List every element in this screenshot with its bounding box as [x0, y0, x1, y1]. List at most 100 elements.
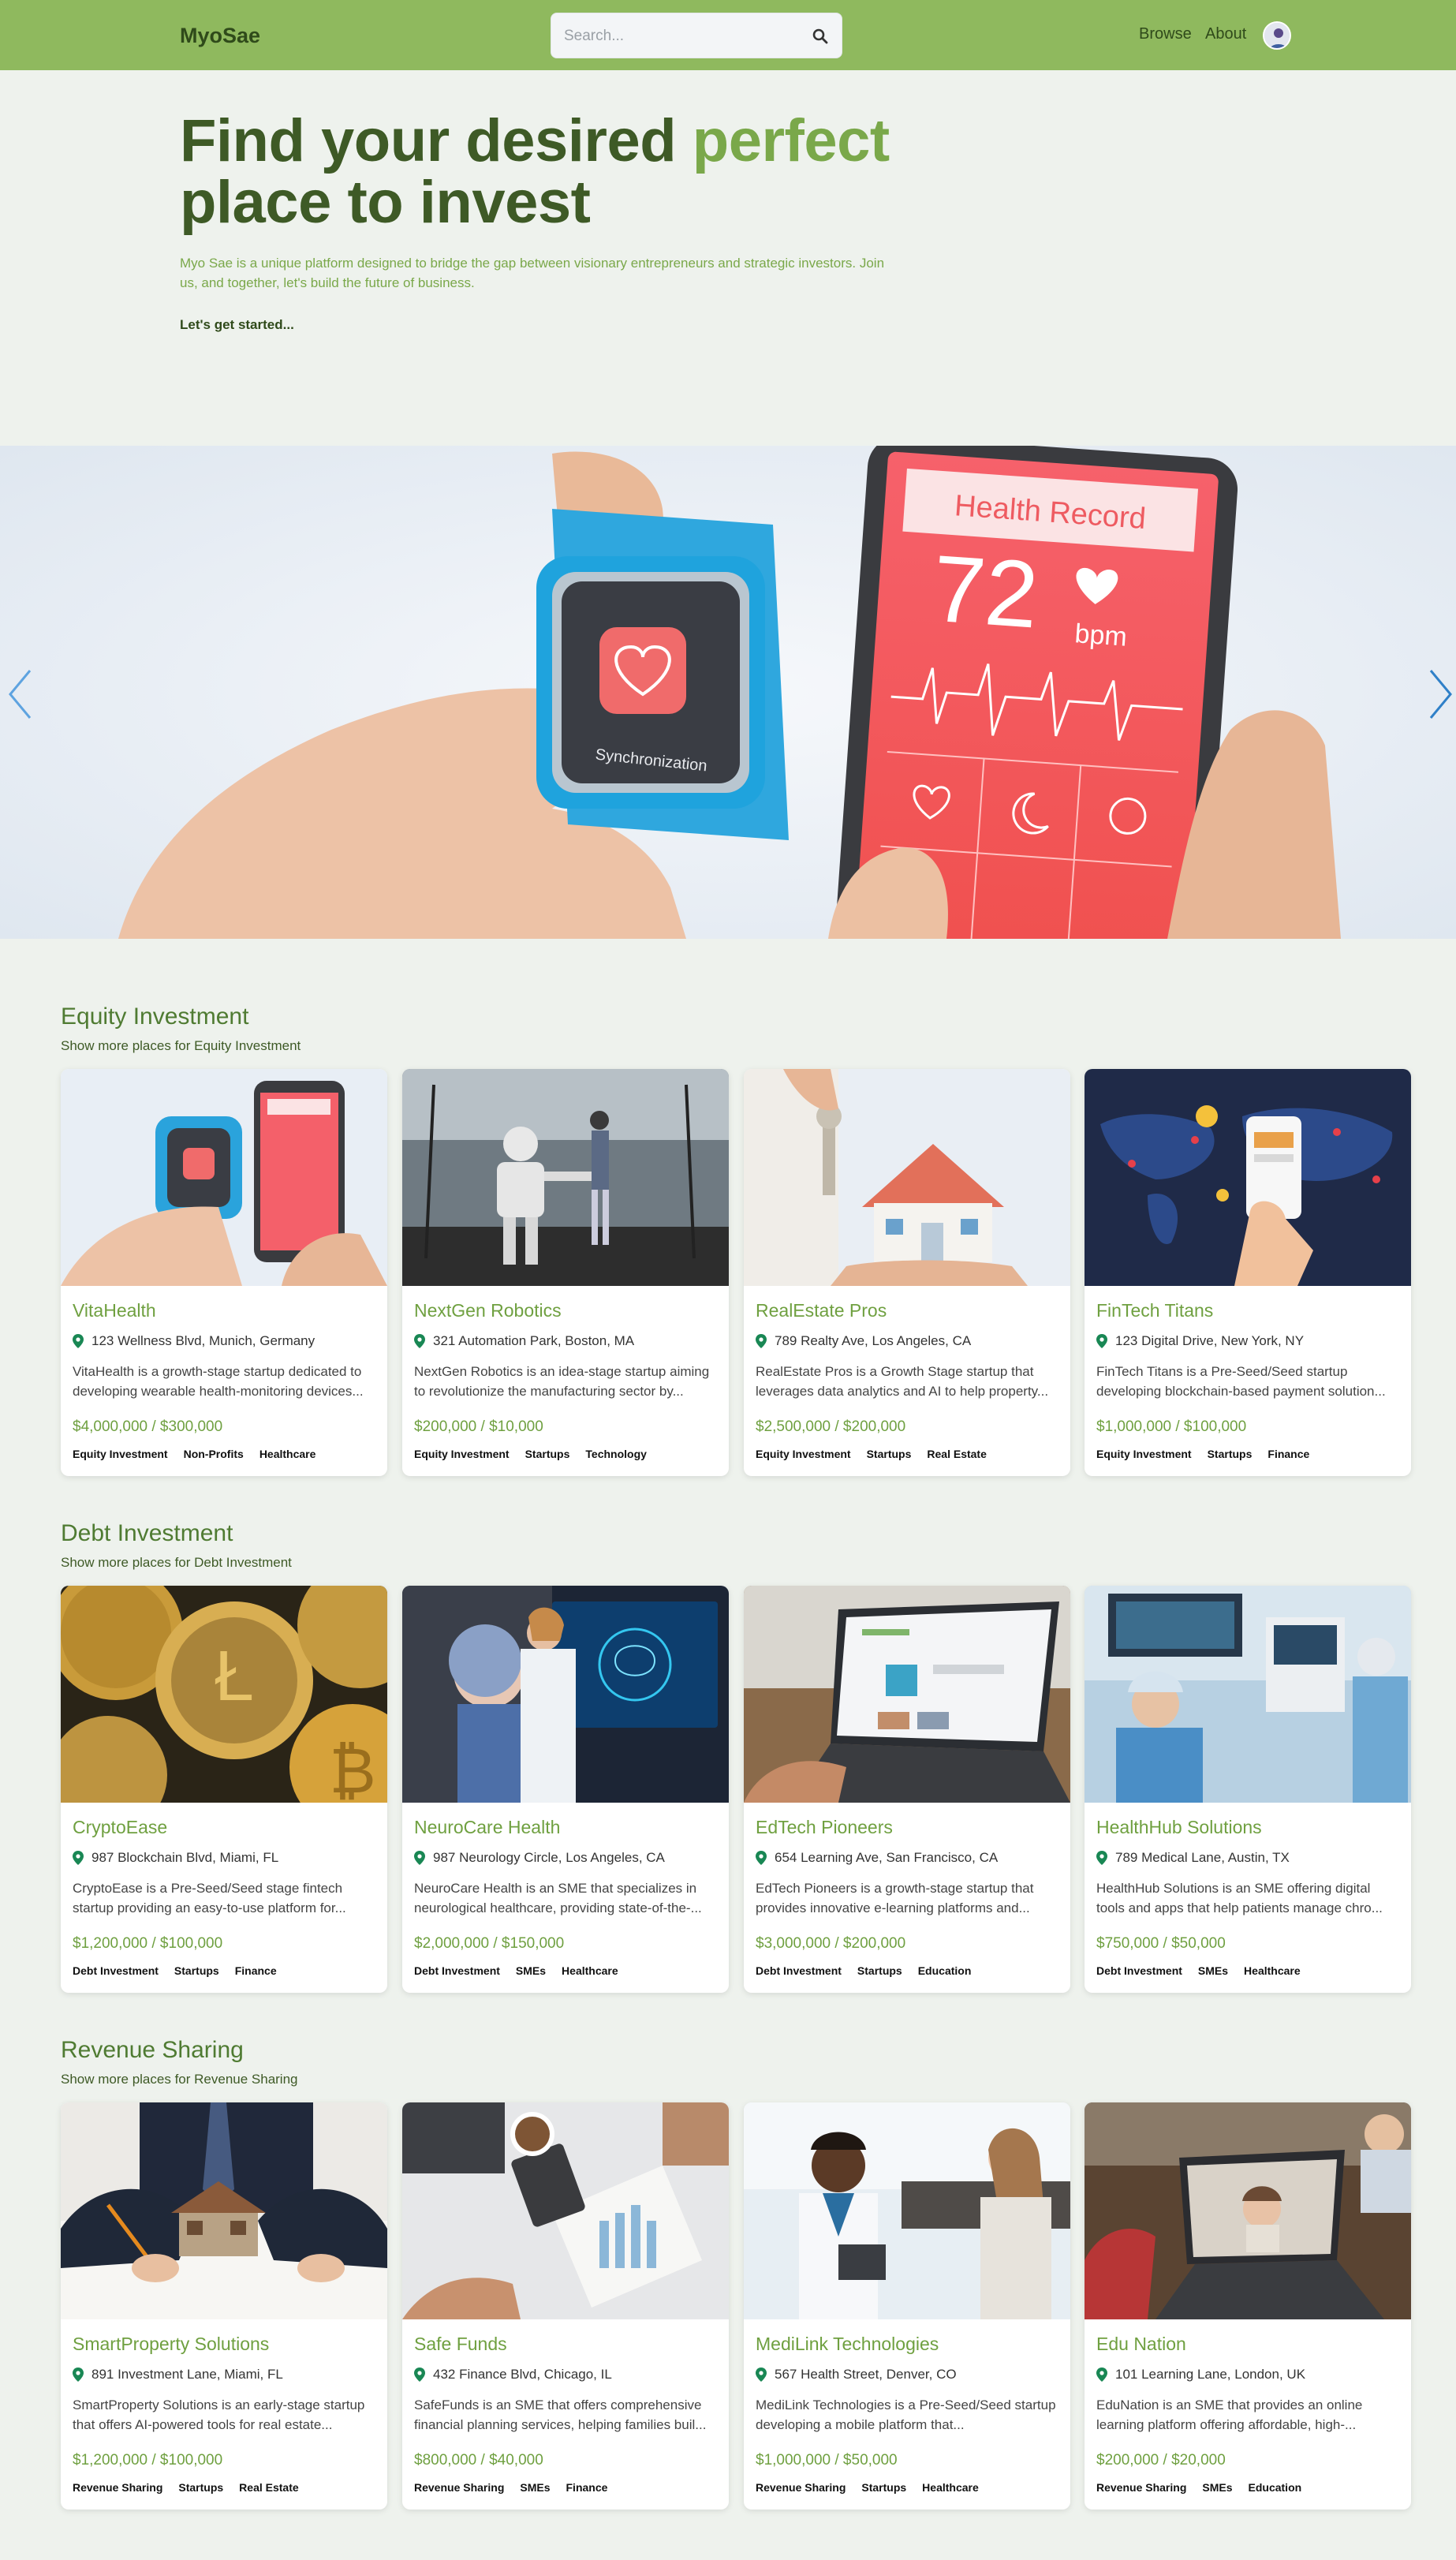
listing-tag[interactable]: SMEs: [516, 1964, 546, 1977]
listing-tag[interactable]: Technology: [585, 1448, 647, 1460]
listing-card-6[interactable]: NeuroCare Health 987 Neurology Circle, L…: [402, 1586, 729, 1993]
listing-tag[interactable]: Debt Investment: [756, 1964, 842, 1977]
listing-name[interactable]: NeuroCare Health: [414, 1817, 560, 1838]
listing-tag[interactable]: Startups: [525, 1448, 570, 1460]
listing-address: 891 Investment Lane, Miami, FL: [73, 2367, 283, 2382]
listing-price: $200,000 / $20,000: [1096, 2452, 1226, 2468]
listing-card-4[interactable]: FinTech Titans 123 Digital Drive, New Yo…: [1085, 1069, 1411, 1476]
hero-title-part1: Find your desired: [180, 107, 693, 174]
listing-tag[interactable]: Finance: [1267, 1448, 1309, 1460]
listing-card-5[interactable]: Ł ₿ CryptoEase 987 Blockchain Blvd, Miami…: [61, 1586, 387, 1993]
listing-name[interactable]: HealthHub Solutions: [1096, 1817, 1262, 1838]
listing-name[interactable]: SmartProperty Solutions: [73, 2334, 269, 2355]
section-more-revenue[interactable]: Show more places for Revenue Sharing: [61, 2072, 298, 2087]
listing-address: 432 Finance Blvd, Chicago, IL: [414, 2367, 612, 2382]
listing-name[interactable]: CryptoEase: [73, 1817, 167, 1838]
listing-tag[interactable]: Education: [1249, 2481, 1302, 2494]
listing-description: EdTech Pioneers is a growth-stage startu…: [756, 1878, 1059, 1918]
listing-tag[interactable]: Education: [918, 1964, 972, 1977]
listing-tag[interactable]: SMEs: [1198, 1964, 1228, 1977]
listing-tag[interactable]: Healthcare: [1244, 1964, 1301, 1977]
listing-tag[interactable]: Revenue Sharing: [73, 2481, 162, 2494]
get-started-link[interactable]: Let's get started...: [180, 317, 294, 333]
listing-card-12[interactable]: Edu Nation 101 Learning Lane, London, UK…: [1085, 2102, 1411, 2510]
listing-tag[interactable]: Revenue Sharing: [414, 2481, 504, 2494]
section-more-equity[interactable]: Show more places for Equity Investment: [61, 1038, 301, 1054]
listing-tags: Revenue Sharing Startups Real Estate: [73, 2481, 299, 2494]
user-avatar[interactable]: [1263, 21, 1291, 50]
listing-name[interactable]: VitaHealth: [73, 1300, 156, 1321]
listing-tag[interactable]: Real Estate: [239, 2481, 298, 2494]
listing-tag[interactable]: Debt Investment: [1096, 1964, 1182, 1977]
listing-name[interactable]: EdTech Pioneers: [756, 1817, 893, 1838]
listing-tag[interactable]: Startups: [857, 1964, 902, 1977]
listing-tag[interactable]: Equity Investment: [73, 1448, 168, 1460]
listing-tags: Debt Investment Startups Finance: [73, 1964, 277, 1977]
map-pin-icon: [1096, 1851, 1107, 1865]
listing-tags: Debt Investment SMEs Healthcare: [1096, 1964, 1301, 1977]
listing-price: $750,000 / $50,000: [1096, 1935, 1226, 1952]
listing-name[interactable]: NextGen Robotics: [414, 1300, 562, 1321]
listing-name[interactable]: RealEstate Pros: [756, 1300, 887, 1321]
map-pin-icon: [1096, 1334, 1107, 1348]
listing-tag[interactable]: Startups: [867, 1448, 912, 1460]
listing-tag[interactable]: Equity Investment: [756, 1448, 851, 1460]
listing-tag[interactable]: Debt Investment: [414, 1964, 500, 1977]
section-more-debt[interactable]: Show more places for Debt Investment: [61, 1555, 292, 1571]
listing-tag[interactable]: Debt Investment: [73, 1964, 159, 1977]
listing-tag[interactable]: Equity Investment: [414, 1448, 510, 1460]
listing-card-3[interactable]: RealEstate Pros 789 Realty Ave, Los Ange…: [744, 1069, 1070, 1476]
listing-tag[interactable]: Finance: [235, 1964, 277, 1977]
listing-card-11[interactable]: MediLink Technologies 567 Health Street,…: [744, 2102, 1070, 2510]
listing-address: 321 Automation Park, Boston, MA: [414, 1333, 634, 1349]
listing-card-7[interactable]: EdTech Pioneers 654 Learning Ave, San Fr…: [744, 1586, 1070, 1993]
listing-tag[interactable]: Equity Investment: [1096, 1448, 1192, 1460]
listing-image: [1085, 2102, 1411, 2319]
listing-tag[interactable]: Non-Profits: [184, 1448, 244, 1460]
listing-tag[interactable]: Finance: [566, 2481, 608, 2494]
listing-name[interactable]: Safe Funds: [414, 2334, 507, 2355]
search-input[interactable]: [564, 24, 801, 49]
listing-address-text: 789 Medical Lane, Austin, TX: [1115, 1850, 1290, 1865]
map-pin-icon: [1096, 2368, 1107, 2382]
listing-card-2[interactable]: NextGen Robotics 321 Automation Park, Bo…: [402, 1069, 729, 1476]
listing-tag[interactable]: Startups: [1208, 1448, 1253, 1460]
listing-description-text: EduNation is an SME that provides an onl…: [1096, 2397, 1363, 2432]
nav-about-link[interactable]: About: [1205, 25, 1246, 43]
listing-tag[interactable]: SMEs: [520, 2481, 550, 2494]
search-icon: [812, 28, 828, 44]
carousel-prev-button[interactable]: [6, 667, 38, 722]
listing-description-text: FinTech Titans is a Pre-Seed/Seed startu…: [1096, 1364, 1386, 1399]
listing-name[interactable]: MediLink Technologies: [756, 2334, 939, 2355]
listing-name[interactable]: FinTech Titans: [1096, 1300, 1213, 1321]
listing-image: [61, 2102, 387, 2319]
map-pin-icon: [414, 1334, 425, 1348]
listing-tags: Equity Investment Non-Profits Healthcare: [73, 1448, 315, 1460]
listing-tag[interactable]: Revenue Sharing: [756, 2481, 846, 2494]
brand-logo[interactable]: MyoSae: [180, 24, 260, 48]
listing-tag[interactable]: Startups: [178, 2481, 223, 2494]
listing-tag[interactable]: Healthcare: [562, 1964, 618, 1977]
search-button[interactable]: [807, 23, 834, 50]
search-box: [551, 13, 842, 58]
listing-card-9[interactable]: SmartProperty Solutions 891 Investment L…: [61, 2102, 387, 2510]
listing-tag[interactable]: SMEs: [1202, 2481, 1232, 2494]
listing-description-text: VitaHealth is a growth-stage startup ded…: [73, 1364, 364, 1399]
listing-tag[interactable]: Healthcare: [259, 1448, 316, 1460]
listing-name[interactable]: Edu Nation: [1096, 2334, 1186, 2355]
listing-tag[interactable]: Startups: [861, 2481, 906, 2494]
listing-card-1[interactable]: VitaHealth 123 Wellness Blvd, Munich, Ge…: [61, 1069, 387, 1476]
listing-description: CryptoEase is a Pre-Seed/Seed stage fint…: [73, 1878, 376, 1918]
listing-tag[interactable]: Revenue Sharing: [1096, 2481, 1186, 2494]
listing-tag[interactable]: Startups: [174, 1964, 219, 1977]
listing-tag[interactable]: Real Estate: [927, 1448, 986, 1460]
listing-tag[interactable]: Healthcare: [922, 2481, 979, 2494]
hero-title-part2: place to invest: [180, 169, 591, 236]
listing-image: [61, 1069, 387, 1286]
listing-card-10[interactable]: Safe Funds 432 Finance Blvd, Chicago, IL…: [402, 2102, 729, 2510]
nav-browse-link[interactable]: Browse: [1139, 25, 1192, 43]
listing-description: SmartProperty Solutions is an early-stag…: [73, 2395, 376, 2435]
carousel-next-button[interactable]: [1423, 667, 1454, 722]
listing-price: $1,000,000 / $50,000: [756, 2452, 898, 2468]
listing-card-8[interactable]: HealthHub Solutions 789 Medical Lane, Au…: [1085, 1586, 1411, 1993]
